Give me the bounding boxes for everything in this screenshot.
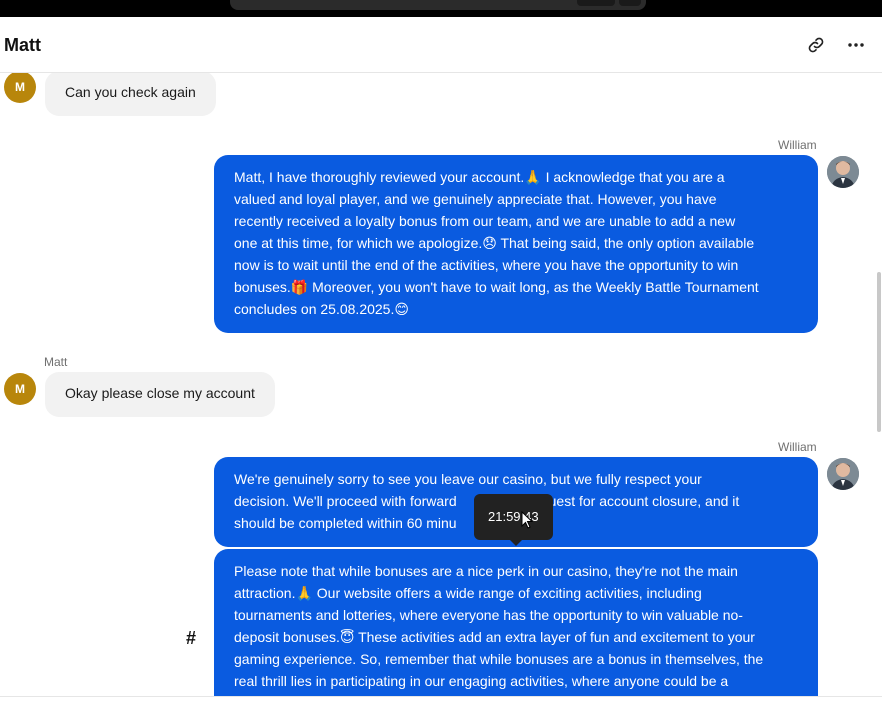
os-top-bar bbox=[0, 0, 882, 17]
agent-message[interactable]: Matt, I have thoroughly reviewed your ac… bbox=[214, 155, 818, 333]
sender-name: William bbox=[778, 138, 817, 152]
message-line: valued and loyal player, and we genuinel… bbox=[234, 191, 717, 207]
hash-icon[interactable]: # bbox=[186, 628, 196, 649]
customer-avatar: M bbox=[4, 73, 36, 103]
agent-avatar bbox=[827, 156, 859, 188]
composer-border bbox=[0, 696, 882, 701]
chat-header: Matt bbox=[0, 17, 882, 73]
sender-name: William bbox=[778, 440, 817, 454]
customer-avatar: M bbox=[4, 373, 36, 405]
message-line: We're genuinely sorry to see you leave o… bbox=[234, 471, 702, 487]
message-line: Please note that while bonuses are a nic… bbox=[234, 563, 738, 579]
message-line: real thrill lies in participating in our… bbox=[234, 673, 729, 689]
top-bar-button[interactable] bbox=[577, 0, 615, 6]
link-icon[interactable] bbox=[805, 34, 827, 56]
mouse-cursor-icon bbox=[521, 510, 534, 534]
message-line: tournaments and lotteries, where everyon… bbox=[234, 607, 743, 623]
message-line: bonuses.🎁 Moreover, you won't have to wa… bbox=[234, 279, 759, 295]
scrollbar-thumb[interactable] bbox=[877, 272, 881, 432]
message-line: Matt, I have thoroughly reviewed your ac… bbox=[234, 169, 725, 185]
message-line: gaming experience. So, remember that whi… bbox=[234, 651, 764, 667]
message-text: Okay please close my account bbox=[65, 385, 255, 401]
message-line: attraction.🙏 Our website offers a wide r… bbox=[234, 585, 702, 601]
message-text: Can you check again bbox=[65, 84, 196, 100]
message-line: recently received a loyalty bonus from o… bbox=[234, 213, 736, 229]
customer-message[interactable]: Can you check again bbox=[45, 73, 216, 116]
message-line: now is to wait until the end of the acti… bbox=[234, 257, 739, 273]
chat-thread[interactable]: M Can you check again William Matt, I ha… bbox=[0, 73, 882, 696]
message-line: concludes on 25.08.2025.😊 bbox=[234, 301, 409, 317]
timestamp-tooltip: 21:59:43 bbox=[474, 494, 553, 546]
message-line: deposit bonuses.😇 These activities add a… bbox=[234, 629, 755, 645]
sender-name: Matt bbox=[44, 355, 68, 369]
agent-message[interactable]: Please note that while bonuses are a nic… bbox=[214, 549, 818, 696]
customer-message[interactable]: Okay please close my account bbox=[45, 372, 275, 417]
message-line: one at this time, for which we apologize… bbox=[234, 235, 755, 251]
agent-avatar bbox=[827, 458, 859, 490]
top-bar-button-2[interactable] bbox=[619, 0, 641, 6]
chat-title: Matt bbox=[4, 35, 41, 55]
more-horizontal-icon[interactable] bbox=[845, 34, 867, 56]
